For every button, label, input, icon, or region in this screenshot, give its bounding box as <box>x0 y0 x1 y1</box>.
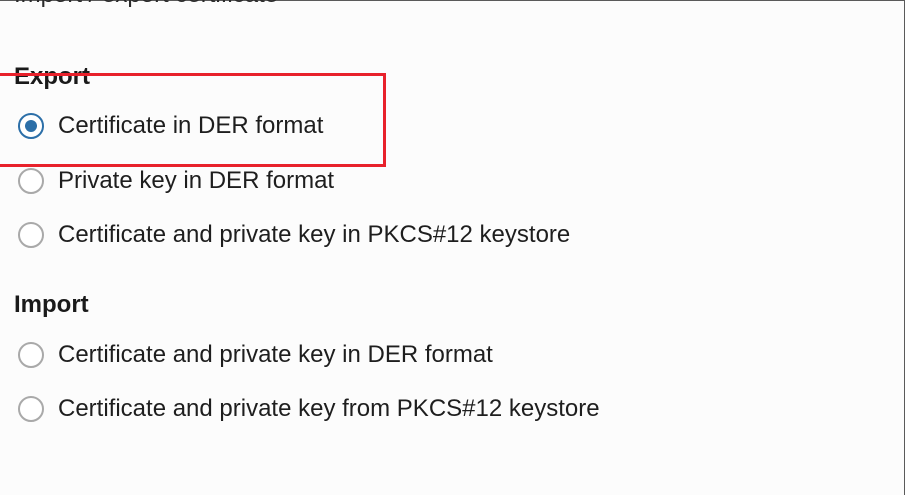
partial-description-text: Import / export certificate <box>14 0 278 9</box>
option-label: Certificate and private key in DER forma… <box>58 341 493 368</box>
export-option-pkcs12[interactable]: Certificate and private key in PKCS#12 k… <box>18 219 570 251</box>
option-label: Private key in DER format <box>58 167 335 194</box>
option-label: Certificate and private key in PKCS#12 k… <box>58 221 571 248</box>
radio-unselected-icon[interactable] <box>18 222 44 248</box>
radio-unselected-icon[interactable] <box>18 396 44 422</box>
import-option-pkcs12[interactable]: Certificate and private key from PKCS#12… <box>18 393 600 425</box>
radio-unselected-icon[interactable] <box>18 342 44 368</box>
import-option-der[interactable]: Certificate and private key in DER forma… <box>18 339 493 371</box>
option-label: Certificate in DER format <box>58 112 324 139</box>
radio-selected-icon[interactable] <box>18 113 44 139</box>
dialog-panel: Import / export certificate Export Certi… <box>0 0 905 495</box>
radio-unselected-icon[interactable] <box>18 168 44 194</box>
import-section-title: Import <box>14 291 89 318</box>
option-label: Certificate and private key from PKCS#12… <box>58 395 600 422</box>
export-option-key-der[interactable]: Private key in DER format <box>18 165 334 197</box>
export-option-cert-der[interactable]: Certificate in DER format <box>18 110 323 142</box>
export-section-title: Export <box>14 63 91 90</box>
